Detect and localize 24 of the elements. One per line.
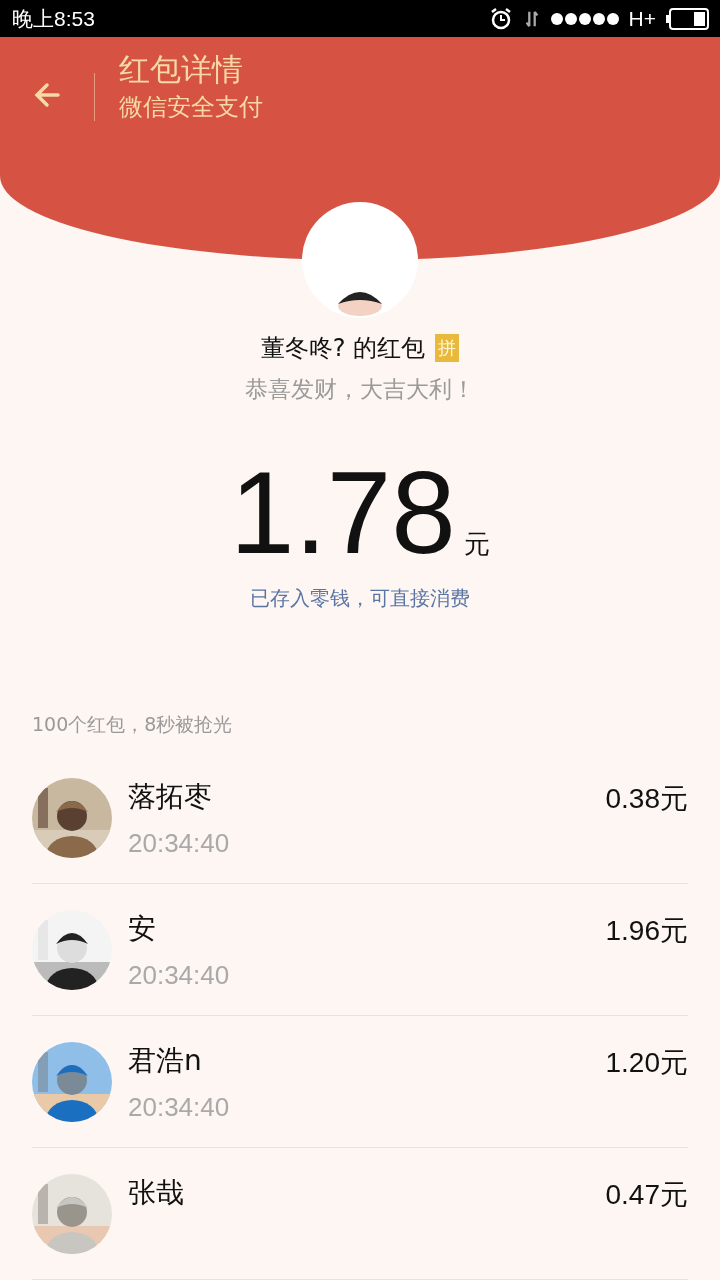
grab-amount: 0.47元 bbox=[605, 1178, 688, 1212]
page-subtitle: 微信安全支付 bbox=[119, 92, 263, 124]
grab-time: 20:34:40 bbox=[128, 960, 231, 991]
wallet-link[interactable]: 已存入零钱，可直接消费 bbox=[250, 585, 470, 612]
amount-unit: 元 bbox=[463, 528, 490, 561]
user-name: 君浩n bbox=[128, 1043, 203, 1079]
greeting-text: 恭喜发财，大吉大利！ bbox=[245, 375, 475, 404]
sender-name: 董冬咚? 的红包 bbox=[260, 333, 426, 364]
page-title: 红包详情 bbox=[119, 50, 244, 90]
grab-amount: 0.38元 bbox=[605, 782, 688, 816]
status-time: 晚上8:53 bbox=[12, 5, 95, 32]
user-name: 落拓枣 bbox=[128, 779, 213, 815]
grab-time: 20:34:40 bbox=[128, 1092, 231, 1123]
battery-icon bbox=[666, 7, 710, 30]
signal-icon bbox=[550, 10, 619, 27]
network-type: H+ bbox=[628, 6, 656, 31]
user-name: 安 bbox=[128, 911, 157, 947]
grab-amount: 1.20元 bbox=[605, 1046, 688, 1080]
grab-amount: 1.96元 bbox=[605, 914, 688, 948]
user-name: 张哉 bbox=[128, 1175, 185, 1211]
amount-value: 1.78 bbox=[230, 447, 456, 580]
group-badge: 拼 bbox=[435, 334, 460, 362]
grab-time: 20:34:40 bbox=[128, 828, 231, 859]
packet-summary: 100个红包，8秒被抢光 bbox=[32, 712, 234, 737]
